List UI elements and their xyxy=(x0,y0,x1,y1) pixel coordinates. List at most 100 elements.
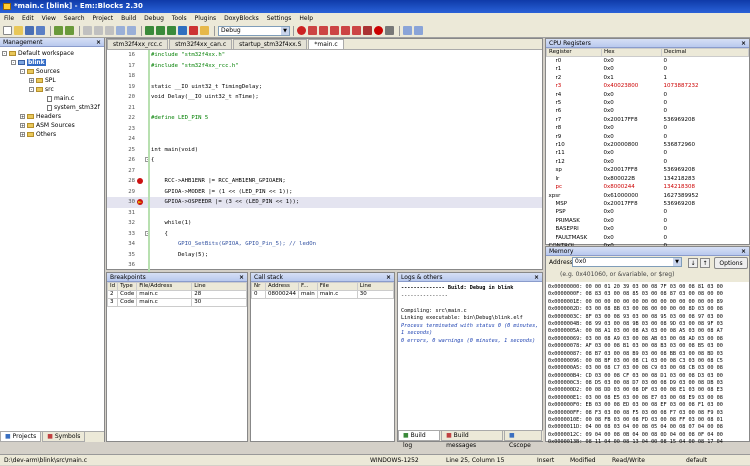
goto-icon[interactable]: ↑ xyxy=(700,258,710,268)
editor-tab[interactable]: stm32f4xx_rcc.c xyxy=(107,39,169,49)
build-icon[interactable] xyxy=(145,26,154,35)
expand-icon[interactable]: + xyxy=(20,114,25,119)
column-header[interactable]: Hex xyxy=(601,48,662,57)
tab-projects[interactable]: ■ Projects xyxy=(0,432,42,442)
code-line[interactable]: 27 xyxy=(107,166,542,177)
register-row[interactable]: r7 0x20017FF8 536969208 xyxy=(547,116,749,124)
cut-icon[interactable] xyxy=(83,26,92,35)
tree-item-system-file[interactable]: system_stm32f xyxy=(2,103,104,112)
register-row[interactable]: r11 0x0 0 xyxy=(547,149,749,157)
register-row[interactable]: BASEPRI 0x0 0 xyxy=(547,225,749,233)
tree-item-main-c[interactable]: main.c xyxy=(2,94,104,103)
build-run-icon[interactable] xyxy=(167,26,176,35)
menu-item-plugins[interactable]: Plugins xyxy=(195,15,217,22)
code-line[interactable]: 25 int main(void) xyxy=(107,145,542,156)
menu-item-build[interactable]: Build xyxy=(121,15,136,22)
register-row[interactable]: r4 0x0 0 xyxy=(547,91,749,99)
register-row[interactable]: FAULTMASK 0x0 0 xyxy=(547,234,749,242)
column-header[interactable]: Id xyxy=(106,282,119,291)
editor-tab[interactable]: startup_stm32f4xx.S xyxy=(233,39,308,49)
menu-item-view[interactable]: View xyxy=(42,15,56,22)
collapse-icon[interactable]: - xyxy=(2,51,7,56)
column-header[interactable]: Type xyxy=(117,282,138,291)
register-row[interactable]: r10 0x20000800 536872960 xyxy=(547,141,749,149)
tree-item-spl[interactable]: + SPL xyxy=(2,76,104,85)
column-header[interactable]: Line xyxy=(191,282,247,291)
step-out-icon[interactable] xyxy=(330,26,339,35)
code-line[interactable]: 36 xyxy=(107,260,542,271)
open-folder-icon[interactable] xyxy=(14,26,23,35)
next-instruction-icon[interactable] xyxy=(341,26,350,35)
code-line[interactable]: 16 #include "stm32f4xx.h" xyxy=(107,50,542,61)
copy-icon[interactable] xyxy=(94,26,103,35)
run-to-cursor-icon[interactable] xyxy=(352,26,361,35)
column-header[interactable]: Nr xyxy=(251,282,266,291)
register-row[interactable]: MSP 0x20017FF8 536969208 xyxy=(547,200,749,208)
run-icon[interactable] xyxy=(156,26,165,35)
breakpoint-row[interactable]: 2 Code main.c 28 xyxy=(106,290,247,299)
callstack-row[interactable]: 0 08000244 main main.c 30 xyxy=(251,290,395,299)
refresh-icon[interactable]: ↓ xyxy=(688,258,698,268)
column-header[interactable]: Register xyxy=(546,48,602,57)
code-line[interactable]: 24 xyxy=(107,134,542,145)
undo-icon[interactable] xyxy=(54,26,63,35)
menu-item-edit[interactable]: Edit xyxy=(22,15,34,22)
step-over-icon[interactable] xyxy=(319,26,328,35)
build-target-select[interactable]: Debug ▼ xyxy=(218,25,290,36)
close-icon[interactable]: × xyxy=(534,273,539,282)
expand-icon[interactable]: + xyxy=(20,123,25,128)
menu-item-file[interactable]: File xyxy=(4,15,14,22)
replace-icon[interactable] xyxy=(127,26,136,35)
register-row[interactable]: pc 0x8000244 134218308 xyxy=(547,183,749,191)
code-line[interactable]: 31 xyxy=(107,208,542,219)
memory-dump[interactable]: 0x00000000: 00 00 01 20 39 03 00 08 7F 0… xyxy=(546,282,749,447)
column-header[interactable]: File xyxy=(316,282,358,291)
save-icon[interactable] xyxy=(25,26,34,35)
close-icon[interactable]: × xyxy=(741,247,746,256)
close-icon[interactable]: × xyxy=(239,273,244,282)
register-row[interactable]: sp 0x20017FF8 536969208 xyxy=(547,166,749,174)
register-row[interactable]: PSP 0x0 0 xyxy=(547,208,749,216)
code-line[interactable]: 35 Delay(5); xyxy=(107,250,542,261)
register-row[interactable]: r2 0x1 1 xyxy=(547,74,749,82)
column-header[interactable]: F... xyxy=(298,282,318,291)
new-file-icon[interactable] xyxy=(3,26,12,35)
register-row[interactable]: r9 0x0 0 xyxy=(547,133,749,141)
tree-item-workspace[interactable]: - Default workspace xyxy=(2,49,104,58)
register-row[interactable]: xpsr 0x61000000 1627389952 xyxy=(547,192,749,200)
breakpoint-row[interactable]: 3 Code main.c 30 xyxy=(106,298,247,307)
tree-item-asm-sources[interactable]: + ASM Sources xyxy=(2,121,104,130)
register-row[interactable]: r6 0x0 0 xyxy=(547,107,749,115)
menu-item-debug[interactable]: Debug xyxy=(144,15,164,22)
address-input[interactable]: 0x0 ▼ xyxy=(572,257,682,267)
code-line[interactable]: 23 xyxy=(107,124,542,135)
code-line[interactable]: 19 static __IO uint32_t TimingDelay; xyxy=(107,82,542,93)
menu-item-doxyblocks[interactable]: DoxyBlocks xyxy=(224,15,259,22)
debug-start-icon[interactable] xyxy=(297,26,306,35)
menu-item-tools[interactable]: Tools xyxy=(172,15,187,22)
build-log[interactable]: -------------- Build: Debug in blink ----… xyxy=(398,282,542,430)
menu-item-help[interactable]: Help xyxy=(299,15,313,22)
abort-icon[interactable] xyxy=(189,26,198,35)
tab-cscope[interactable]: ■ Cscope xyxy=(504,431,542,449)
code-line[interactable]: 32 while(1) xyxy=(107,218,542,229)
menu-item-search[interactable]: Search xyxy=(64,15,85,22)
column-header[interactable]: Line xyxy=(356,282,395,291)
collapse-icon[interactable]: - xyxy=(11,60,16,65)
debug-windows-icon[interactable] xyxy=(385,26,394,35)
close-icon[interactable]: × xyxy=(96,38,101,47)
tree-item-sources[interactable]: - Sources xyxy=(2,67,104,76)
register-row[interactable]: r5 0x0 0 xyxy=(547,99,749,107)
code-line[interactable]: 20 void Delay(__IO uint32_t nTime); xyxy=(107,92,542,103)
redo-icon[interactable] xyxy=(65,26,74,35)
code-line[interactable]: 34 GPIO_SetBits(GPIOA, GPIO_Pin_5); // l… xyxy=(107,239,542,250)
tree-item-others[interactable]: + Others xyxy=(2,130,104,139)
memory-view-icon[interactable] xyxy=(414,26,423,35)
editor-tab[interactable]: stm32f4xx_can.c xyxy=(169,39,233,49)
code-line[interactable]: 29 GPIOA->MODER |= (1 << (LED_PIN << 1))… xyxy=(107,187,542,198)
options-button[interactable]: Options xyxy=(714,257,748,269)
expand-icon[interactable]: + xyxy=(29,78,34,83)
close-icon[interactable]: × xyxy=(386,273,391,282)
code-line[interactable]: 21 xyxy=(107,103,542,114)
collapse-icon[interactable]: - xyxy=(20,69,25,74)
